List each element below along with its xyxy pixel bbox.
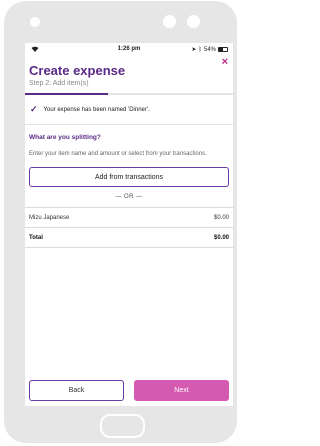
total-row: Total $0.00 [25, 227, 233, 248]
item-list: Mizu Japanese $0.00 Total $0.00 [25, 207, 233, 248]
back-button[interactable]: Back [29, 380, 124, 401]
battery-percent: 54% [203, 46, 216, 53]
list-item[interactable]: Mizu Japanese $0.00 [25, 207, 233, 227]
item-name: Mizu Japanese [29, 214, 70, 221]
phone-frame: 1:26 pm ➤ ᛒ 54% Create expense Step 2: A… [4, 1, 237, 443]
step-subtitle: Step 2: Add item(s) [29, 80, 89, 87]
camera-lens [163, 15, 176, 28]
add-from-transactions-button[interactable]: Add from transactions [29, 167, 229, 187]
footer-actions: Back Next [29, 380, 229, 401]
name-confirmation-notice: ✓ Your expense has been named 'Dinner'. [25, 95, 233, 125]
total-amount: $0.00 [213, 234, 229, 241]
notice-text: Your expense has been named 'Dinner'. [43, 106, 150, 113]
splitting-help-text: Enter your item name and amount or selec… [29, 151, 207, 157]
app-screen: 1:26 pm ➤ ᛒ 54% Create expense Step 2: A… [25, 43, 233, 406]
check-icon: ✓ [30, 104, 38, 114]
page-header: Create expense Step 2: Add item(s) × [25, 55, 233, 93]
status-right: ➤ ᛒ 54% [191, 46, 228, 53]
splitting-heading: What are you splitting? [29, 134, 101, 141]
location-arrow-icon: ➤ [191, 47, 197, 53]
step-progress-bar [25, 93, 233, 95]
or-separator: — OR — [115, 194, 143, 200]
close-icon[interactable]: × [222, 56, 228, 68]
home-button[interactable] [100, 414, 145, 438]
item-amount: $0.00 [213, 214, 229, 221]
camera-lens-secondary [187, 15, 200, 28]
next-button[interactable]: Next [134, 380, 229, 401]
front-sensor [30, 17, 40, 27]
step-progress-fill [25, 93, 109, 95]
bluetooth-icon: ᛒ [198, 46, 202, 53]
page-title: Create expense [29, 63, 126, 78]
status-bar: 1:26 pm ➤ ᛒ 54% [25, 43, 233, 55]
battery-icon [218, 47, 228, 52]
total-label: Total [29, 234, 43, 241]
